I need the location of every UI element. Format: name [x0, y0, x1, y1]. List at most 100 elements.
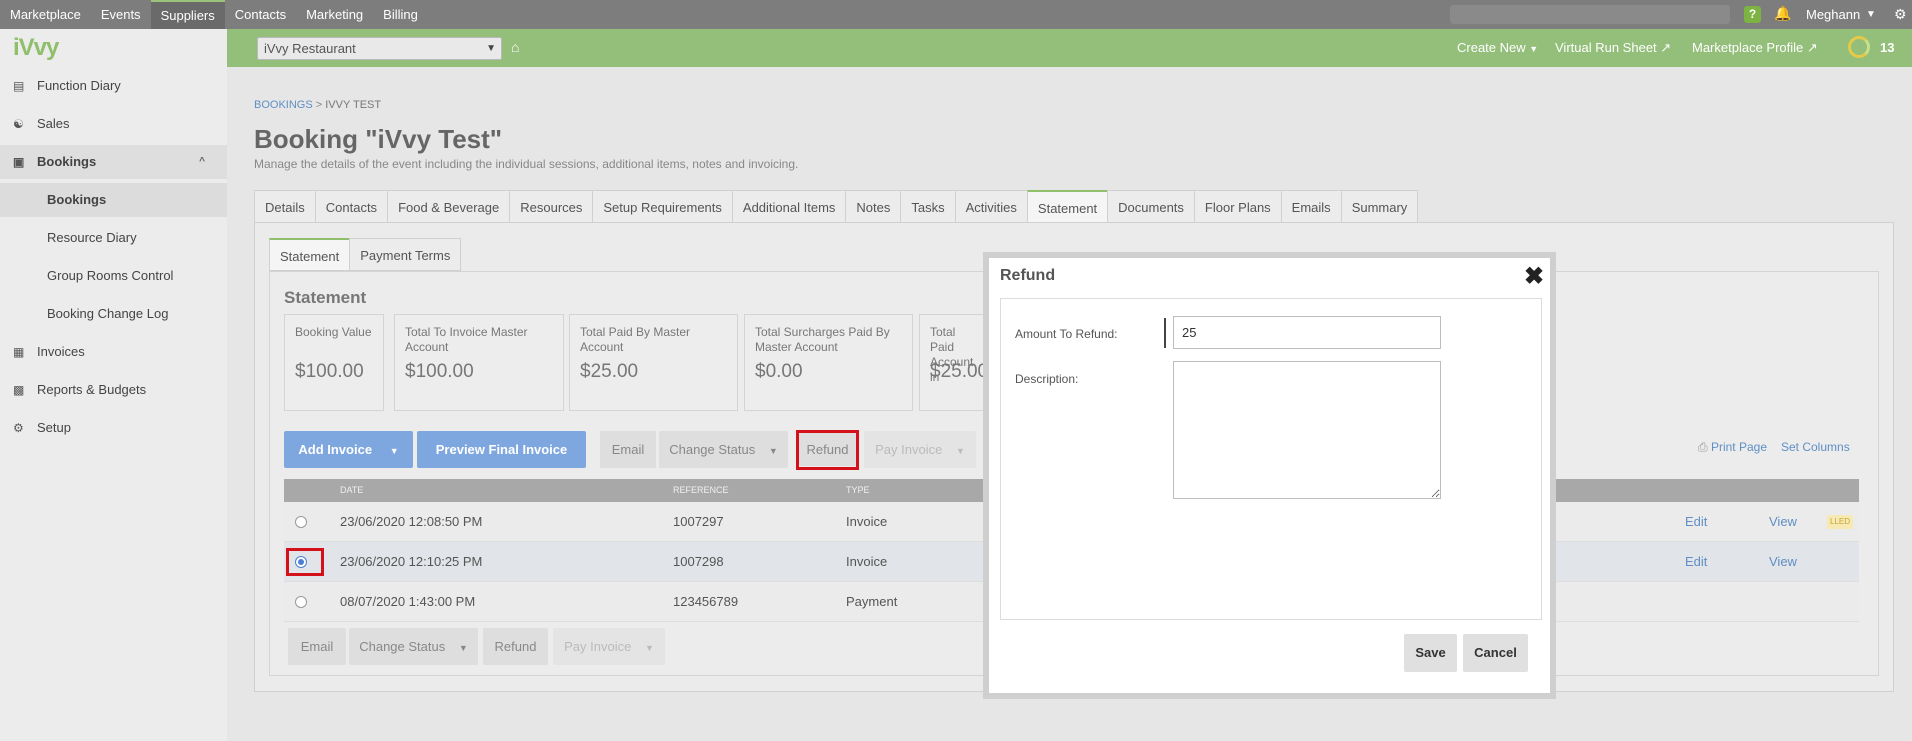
- row-view-link[interactable]: View: [1769, 502, 1797, 542]
- create-new-menu[interactable]: Create New ▼: [1457, 29, 1538, 67]
- chevron-down-icon: ▼: [458, 643, 468, 653]
- row-edit-link[interactable]: Edit: [1685, 542, 1707, 582]
- change-status-button[interactable]: Change Status ▼: [659, 431, 788, 468]
- external-link-icon: ↗: [1806, 40, 1818, 55]
- description-textarea[interactable]: [1173, 361, 1441, 499]
- gear-icon: ⚙: [13, 421, 24, 435]
- breadcrumb-separator: >: [315, 99, 323, 111]
- sidebar-item-sales[interactable]: ☯ Sales: [0, 107, 227, 141]
- row-reference: 1007298: [673, 554, 724, 569]
- sidebar-item-booking-change-log[interactable]: Booking Change Log: [0, 297, 227, 331]
- home-icon[interactable]: ⌂: [511, 39, 519, 55]
- sidebar-item-label: Sales: [37, 116, 70, 131]
- breadcrumb: BOOKINGS > IVVY TEST: [254, 99, 381, 111]
- help-icon[interactable]: ?: [1744, 6, 1761, 23]
- statement-subtabs: Statement Payment Terms: [269, 238, 462, 271]
- chevron-down-icon[interactable]: ▼: [1866, 0, 1876, 29]
- venue-select[interactable]: iVvy Restaurant ▼: [257, 37, 502, 60]
- subtab-payment-terms[interactable]: Payment Terms: [349, 238, 462, 271]
- chevron-down-icon[interactable]: ▼: [390, 446, 399, 456]
- progress-gauge-icon[interactable]: [1848, 36, 1870, 58]
- stat-total-paid: Total Paid By Master Account $25.00: [569, 314, 738, 411]
- status-badge: LLED: [1827, 515, 1854, 529]
- save-button[interactable]: Save: [1404, 634, 1457, 672]
- tab-contacts[interactable]: Contacts: [314, 190, 388, 223]
- row-radio[interactable]: [295, 596, 307, 608]
- chevron-down-icon: ▼: [486, 43, 496, 54]
- tab-resources[interactable]: Resources: [509, 190, 593, 223]
- pay-invoice-label: Pay Invoice: [875, 442, 943, 457]
- top-nav: Marketplace Events Suppliers Contacts Ma…: [0, 0, 1912, 29]
- tab-tasks[interactable]: Tasks: [900, 190, 955, 223]
- row-edit-link[interactable]: Edit: [1685, 502, 1707, 542]
- nav-suppliers[interactable]: Suppliers: [150, 0, 225, 29]
- nav-billing[interactable]: Billing: [373, 0, 428, 29]
- sidebar-item-reports-budgets[interactable]: ▩ Reports & Budgets: [0, 373, 227, 407]
- refund-highlight: [796, 430, 859, 470]
- cancel-button[interactable]: Cancel: [1463, 634, 1528, 672]
- gear-icon[interactable]: ⚙: [1894, 0, 1907, 29]
- text-cursor: [1164, 318, 1166, 348]
- row-type: Payment: [846, 594, 898, 609]
- row-radio[interactable]: [295, 516, 307, 528]
- nav-events[interactable]: Events: [91, 0, 151, 29]
- nav-marketing[interactable]: Marketing: [296, 0, 373, 29]
- breadcrumb-bookings-link[interactable]: BOOKINGS: [254, 99, 313, 111]
- breadcrumb-current: IVVY TEST: [325, 99, 382, 111]
- pay-invoice-button-bottom: Pay Invoice ▼: [553, 628, 665, 665]
- column-header-date[interactable]: DATE: [340, 479, 363, 502]
- add-invoice-label: Add Invoice: [298, 442, 373, 457]
- tab-emails[interactable]: Emails: [1280, 190, 1341, 223]
- booking-tabs: Details Contacts Food & Beverage Resourc…: [254, 190, 1419, 223]
- tab-notes[interactable]: Notes: [845, 190, 901, 223]
- print-page-link[interactable]: ⎙ Print Page: [1698, 440, 1767, 455]
- row-date: 23/06/2020 12:08:50 PM: [340, 514, 483, 529]
- tab-activities[interactable]: Activities: [954, 190, 1027, 223]
- bell-icon[interactable]: 🔔: [1774, 5, 1791, 22]
- stat-value: $0.00: [755, 361, 803, 382]
- subtab-statement[interactable]: Statement: [269, 238, 350, 271]
- refund-button-bottom[interactable]: Refund: [483, 628, 548, 665]
- tab-floor-plans[interactable]: Floor Plans: [1193, 190, 1281, 223]
- sidebar-item-group-rooms-control[interactable]: Group Rooms Control: [0, 259, 227, 293]
- amount-to-refund-input[interactable]: 25: [1173, 316, 1441, 349]
- sidebar-item-function-diary[interactable]: ▤ Function Diary: [0, 69, 227, 103]
- handshake-icon: ☯: [13, 117, 24, 131]
- tab-details[interactable]: Details: [254, 190, 315, 223]
- stat-value: $25.00: [930, 361, 989, 382]
- change-status-button-bottom[interactable]: Change Status ▼: [349, 628, 478, 665]
- row-reference: 123456789: [673, 594, 739, 609]
- row-type: Invoice: [846, 554, 888, 569]
- virtual-run-sheet-link[interactable]: Virtual Run Sheet ↗: [1555, 29, 1671, 67]
- tab-additional-items[interactable]: Additional Items: [731, 190, 846, 223]
- chevron-down-icon: ▼: [955, 446, 965, 456]
- tab-food-beverage[interactable]: Food & Beverage: [387, 190, 510, 223]
- row-date: 23/06/2020 12:10:25 PM: [340, 554, 483, 569]
- column-header-type[interactable]: TYPE: [846, 479, 870, 502]
- tab-setup-requirements[interactable]: Setup Requirements: [592, 190, 732, 223]
- sidebar-item-bookings-list[interactable]: Bookings: [0, 183, 227, 217]
- sidebar-item-setup[interactable]: ⚙ Setup: [0, 411, 227, 445]
- add-invoice-button[interactable]: Add Invoice ▼: [284, 431, 413, 468]
- row-view-link[interactable]: View: [1769, 542, 1797, 582]
- nav-contacts[interactable]: Contacts: [225, 0, 296, 29]
- email-button-bottom[interactable]: Email: [288, 628, 346, 665]
- sidebar-item-invoices[interactable]: ▦ Invoices: [0, 335, 227, 369]
- sidebar-item-label: Booking Change Log: [47, 306, 169, 321]
- nav-marketplace[interactable]: Marketplace: [0, 0, 91, 29]
- column-header-reference[interactable]: REFERENCE: [673, 479, 729, 502]
- chevron-up-icon: ^: [199, 156, 205, 167]
- close-icon[interactable]: ✖: [1524, 262, 1544, 291]
- preview-final-invoice-button[interactable]: Preview Final Invoice: [417, 431, 586, 468]
- marketplace-profile-link[interactable]: Marketplace Profile ↗: [1692, 29, 1818, 67]
- email-button[interactable]: Email: [600, 431, 656, 468]
- tab-documents[interactable]: Documents: [1107, 190, 1194, 223]
- set-columns-link[interactable]: Set Columns: [1781, 440, 1850, 454]
- sidebar-item-resource-diary[interactable]: Resource Diary: [0, 221, 227, 255]
- ivvy-logo[interactable]: iVvy: [13, 34, 59, 62]
- row-date: 08/07/2020 1:43:00 PM: [340, 594, 476, 609]
- sidebar-item-bookings[interactable]: ▣ Bookings ^: [0, 145, 227, 179]
- tab-summary[interactable]: Summary: [1340, 190, 1419, 223]
- tab-statement[interactable]: Statement: [1026, 190, 1108, 223]
- user-menu[interactable]: Meghann: [1806, 0, 1860, 29]
